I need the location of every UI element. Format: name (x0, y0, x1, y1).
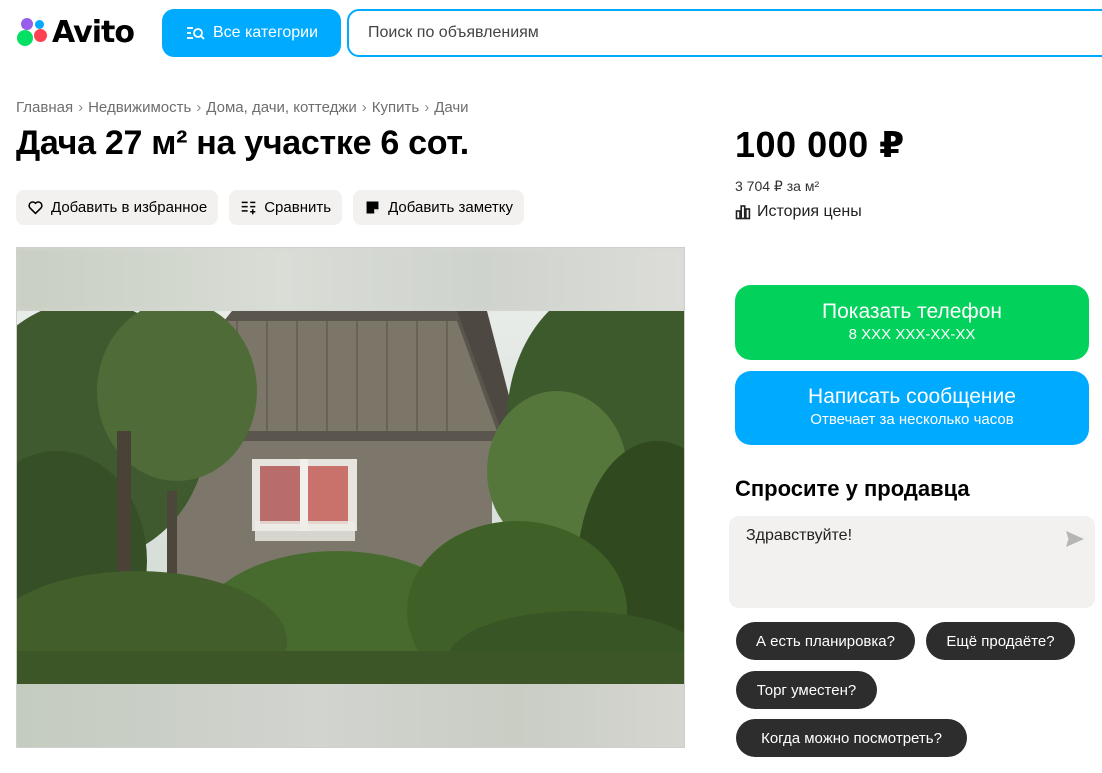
breadcrumb: Главная › Недвижимость › Дома, дачи, кот… (16, 99, 469, 116)
breadcrumb-real-estate[interactable]: Недвижимость (88, 99, 191, 116)
compare-button[interactable]: Сравнить (229, 190, 343, 225)
logo-dots-icon (16, 16, 50, 48)
add-note-label: Добавить заметку (388, 199, 513, 216)
show-phone-label: Показать телефон (822, 300, 1002, 323)
compare-label: Сравнить (264, 199, 332, 216)
breadcrumb-dachas[interactable]: Дачи (434, 99, 468, 116)
quick-question-chip[interactable]: Когда можно посмотреть? (736, 719, 967, 757)
ask-seller-box: Здравствуйте! (729, 516, 1095, 608)
write-message-button[interactable]: Написать сообщение Отвечает за несколько… (735, 371, 1089, 445)
add-to-favorites-label: Добавить в избранное (51, 199, 208, 216)
all-categories-label: Все категории (212, 24, 319, 41)
add-note-button[interactable]: Добавить заметку (353, 190, 524, 225)
price-history-label: История цены (757, 203, 862, 220)
bar-chart-icon (735, 205, 751, 220)
listing-title: Дача 27 м² на участке 6 сот. (16, 124, 469, 162)
breadcrumb-separator-icon: › (196, 99, 202, 116)
write-message-label: Написать сообщение (808, 385, 1016, 408)
price-history-link[interactable]: История цены (735, 203, 862, 221)
phone-masked: 8 XXX XXX-XX-XX (848, 326, 976, 343)
breadcrumb-houses[interactable]: Дома, дачи, коттеджи (206, 99, 356, 116)
breadcrumb-home[interactable]: Главная (16, 99, 73, 116)
categories-search-icon (186, 27, 205, 40)
add-to-favorites-button[interactable]: Добавить в избранное (16, 190, 219, 225)
photo-blur-bottom (17, 684, 684, 747)
breadcrumb-separator-icon: › (361, 99, 367, 116)
ask-seller-input[interactable]: Здравствуйте! (729, 516, 1095, 608)
quick-question-chip[interactable]: Ещё продаёте? (926, 622, 1075, 660)
quick-question-chip[interactable]: Торг уместен? (736, 671, 877, 709)
price-per-m2: 3 704 ₽ за м² (735, 178, 820, 194)
logo-text: Avito (52, 14, 135, 50)
response-time: Отвечает за несколько часов (810, 411, 1014, 428)
breadcrumb-separator-icon: › (424, 99, 430, 116)
ask-seller-title: Спросите у продавца (735, 476, 970, 501)
breadcrumb-buy[interactable]: Купить (372, 99, 419, 116)
compare-icon (241, 201, 256, 215)
dacha-photo-image (17, 311, 684, 686)
show-phone-button[interactable]: Показать телефон 8 XXX XXX-XX-XX (735, 285, 1089, 360)
photo-blur-top (17, 248, 684, 311)
listing-photo[interactable] (16, 247, 685, 748)
all-categories-button[interactable]: Все категории (162, 9, 341, 57)
listing-actions: Добавить в избранное Сравнить Добавить з… (16, 190, 524, 225)
send-icon[interactable] (1065, 530, 1085, 548)
note-icon (366, 201, 379, 214)
breadcrumb-separator-icon: › (78, 99, 84, 116)
price: 100 000 ₽ (735, 124, 905, 165)
avito-logo[interactable]: Avito (16, 14, 135, 50)
search-input[interactable] (347, 9, 1102, 57)
quick-question-chip[interactable]: А есть планировка? (736, 622, 915, 660)
heart-icon (28, 201, 43, 215)
